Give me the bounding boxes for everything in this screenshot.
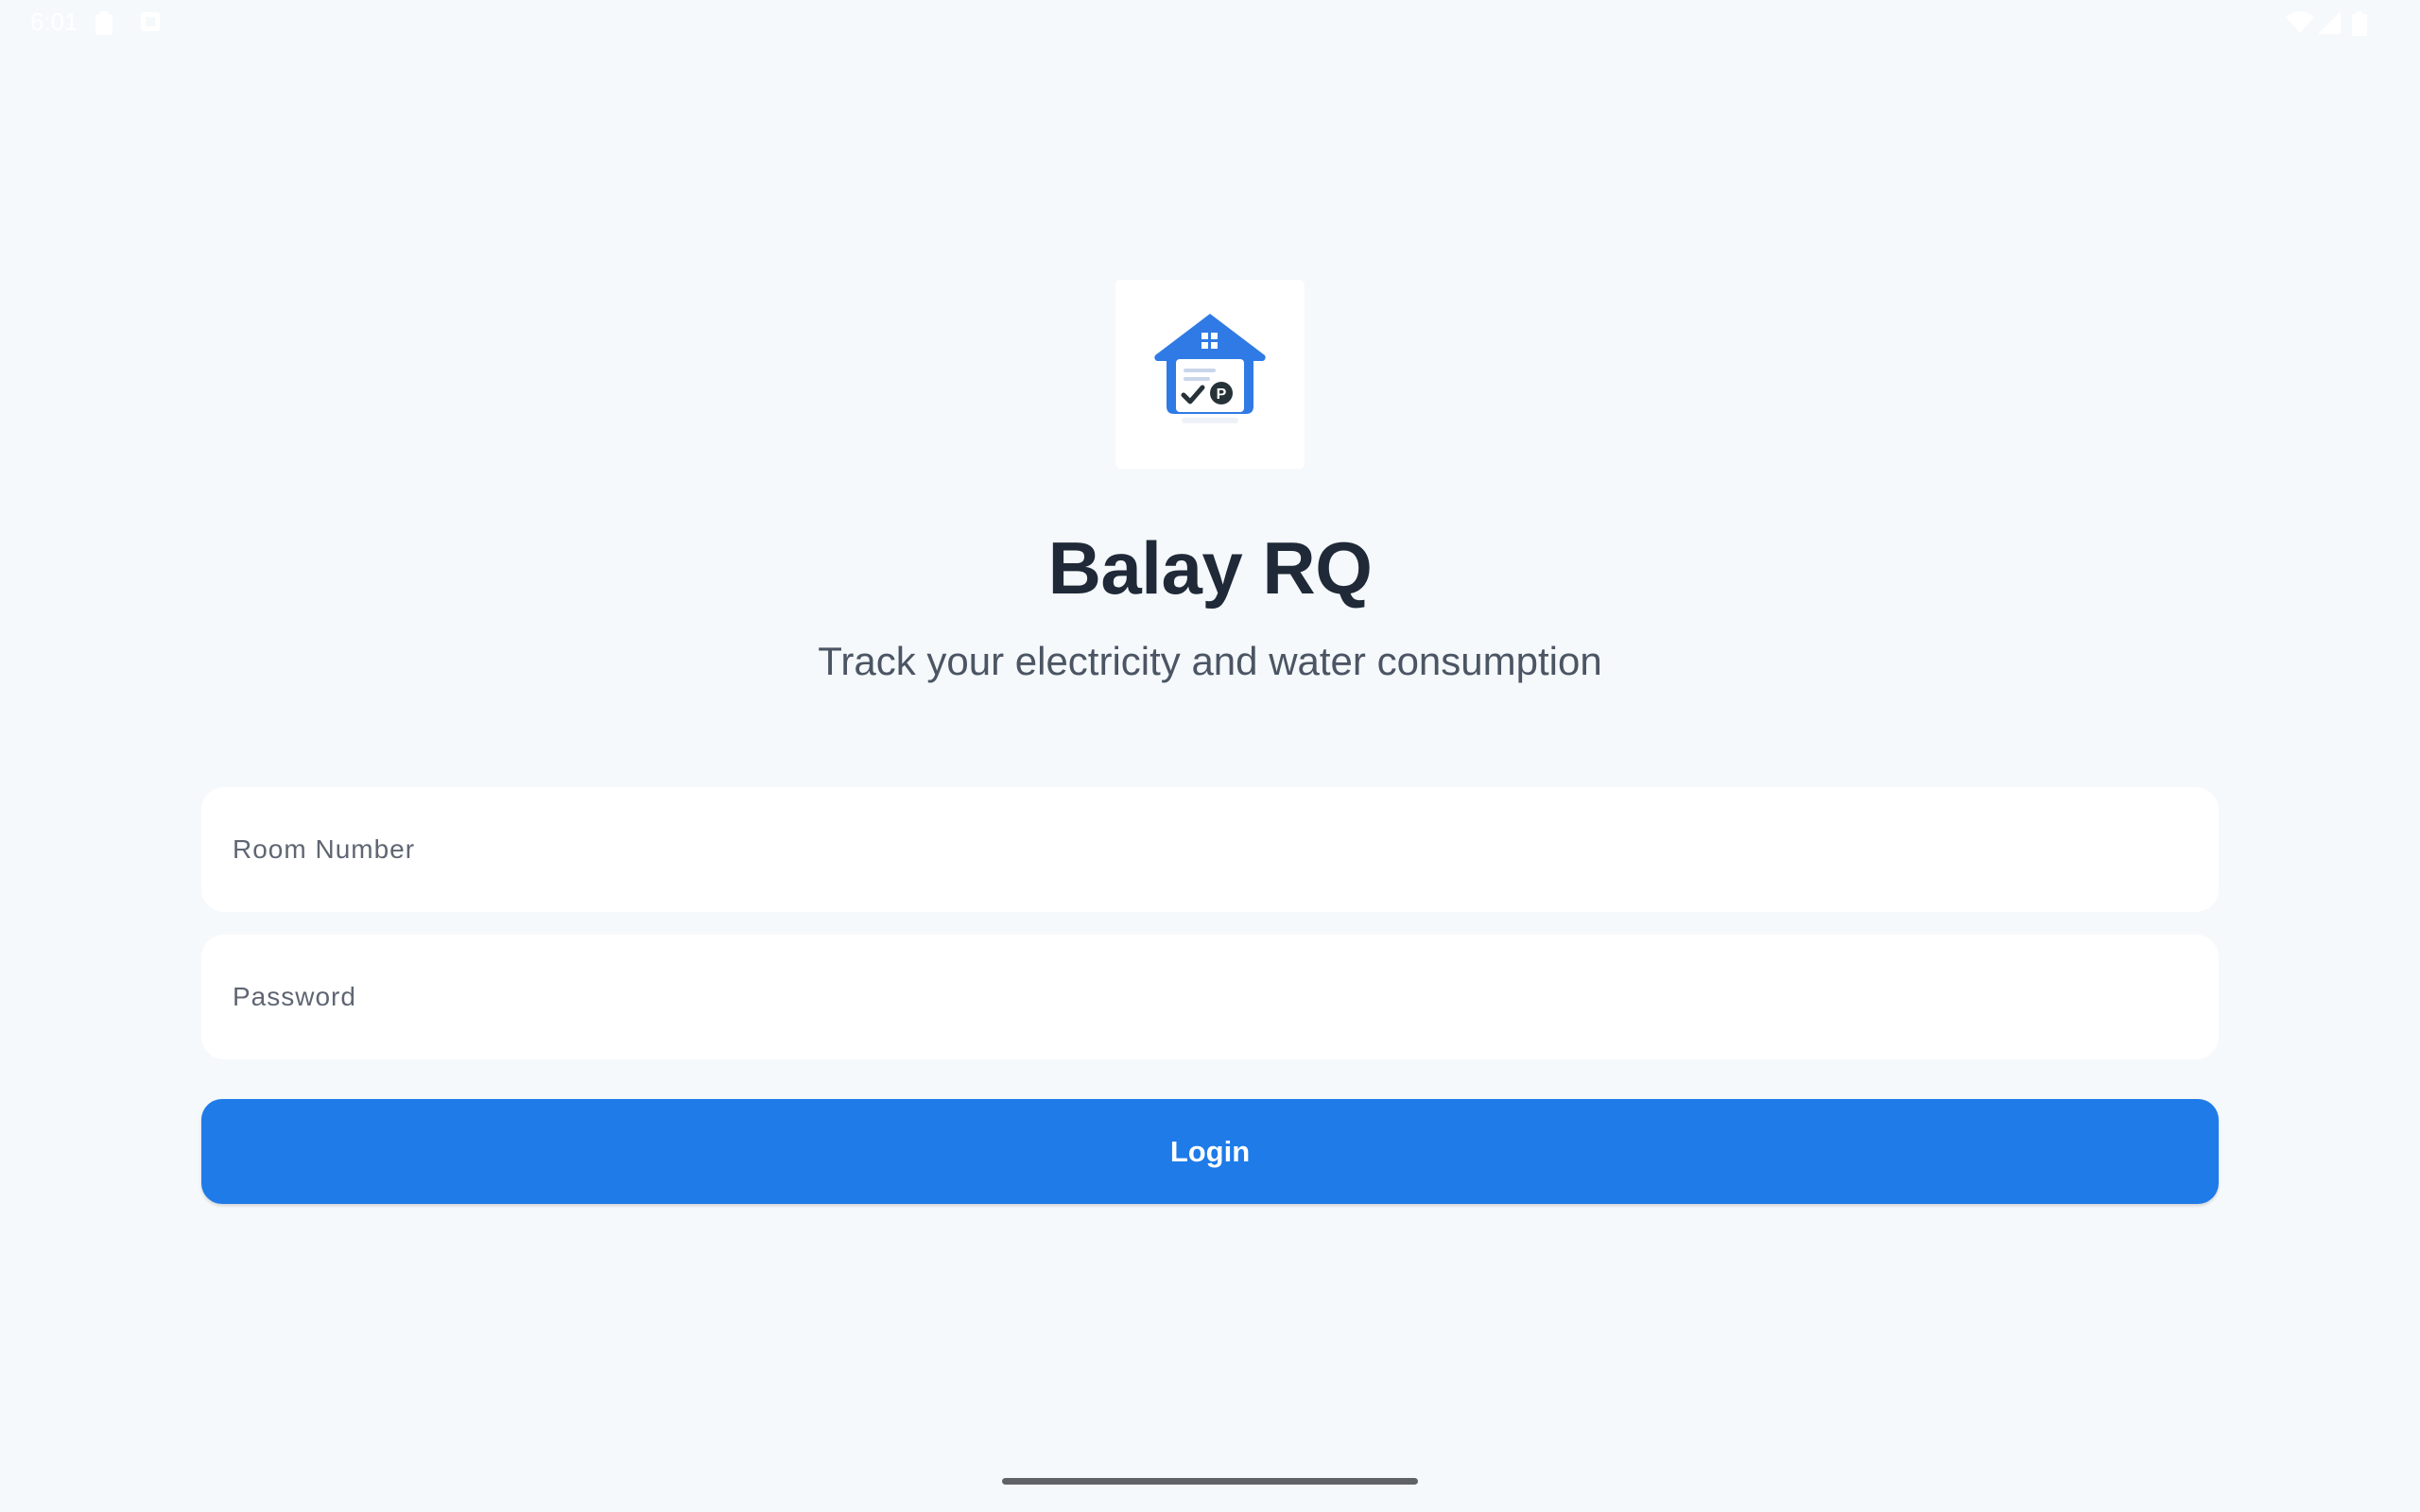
notification-icon: [140, 11, 161, 37]
battery-saver-icon: [95, 11, 113, 41]
battery-icon: [2352, 11, 2367, 41]
svg-text:P: P: [1217, 387, 1227, 403]
password-input[interactable]: [201, 935, 2219, 1059]
room-number-input[interactable]: [201, 787, 2219, 912]
home-indicator[interactable]: [1002, 1478, 1418, 1485]
app-subtitle: Track your electricity and water consump…: [818, 639, 1602, 683]
password-field[interactable]: [201, 935, 2219, 1059]
wifi-icon: [2286, 11, 2314, 39]
app-title: Balay RQ: [1047, 526, 1373, 610]
house-bill-check-icon: P: [1154, 314, 1266, 423]
app-logo: P: [1115, 280, 1305, 469]
status-bar: 6:01: [0, 0, 2420, 45]
room-number-field[interactable]: [201, 787, 2219, 912]
login-button[interactable]: Login: [201, 1099, 2219, 1204]
status-time: 6:01: [30, 8, 78, 36]
login-screen: 6:01 P Balay RQ Track your electricity a…: [0, 0, 2420, 1512]
signal-icon: [2318, 11, 2341, 39]
